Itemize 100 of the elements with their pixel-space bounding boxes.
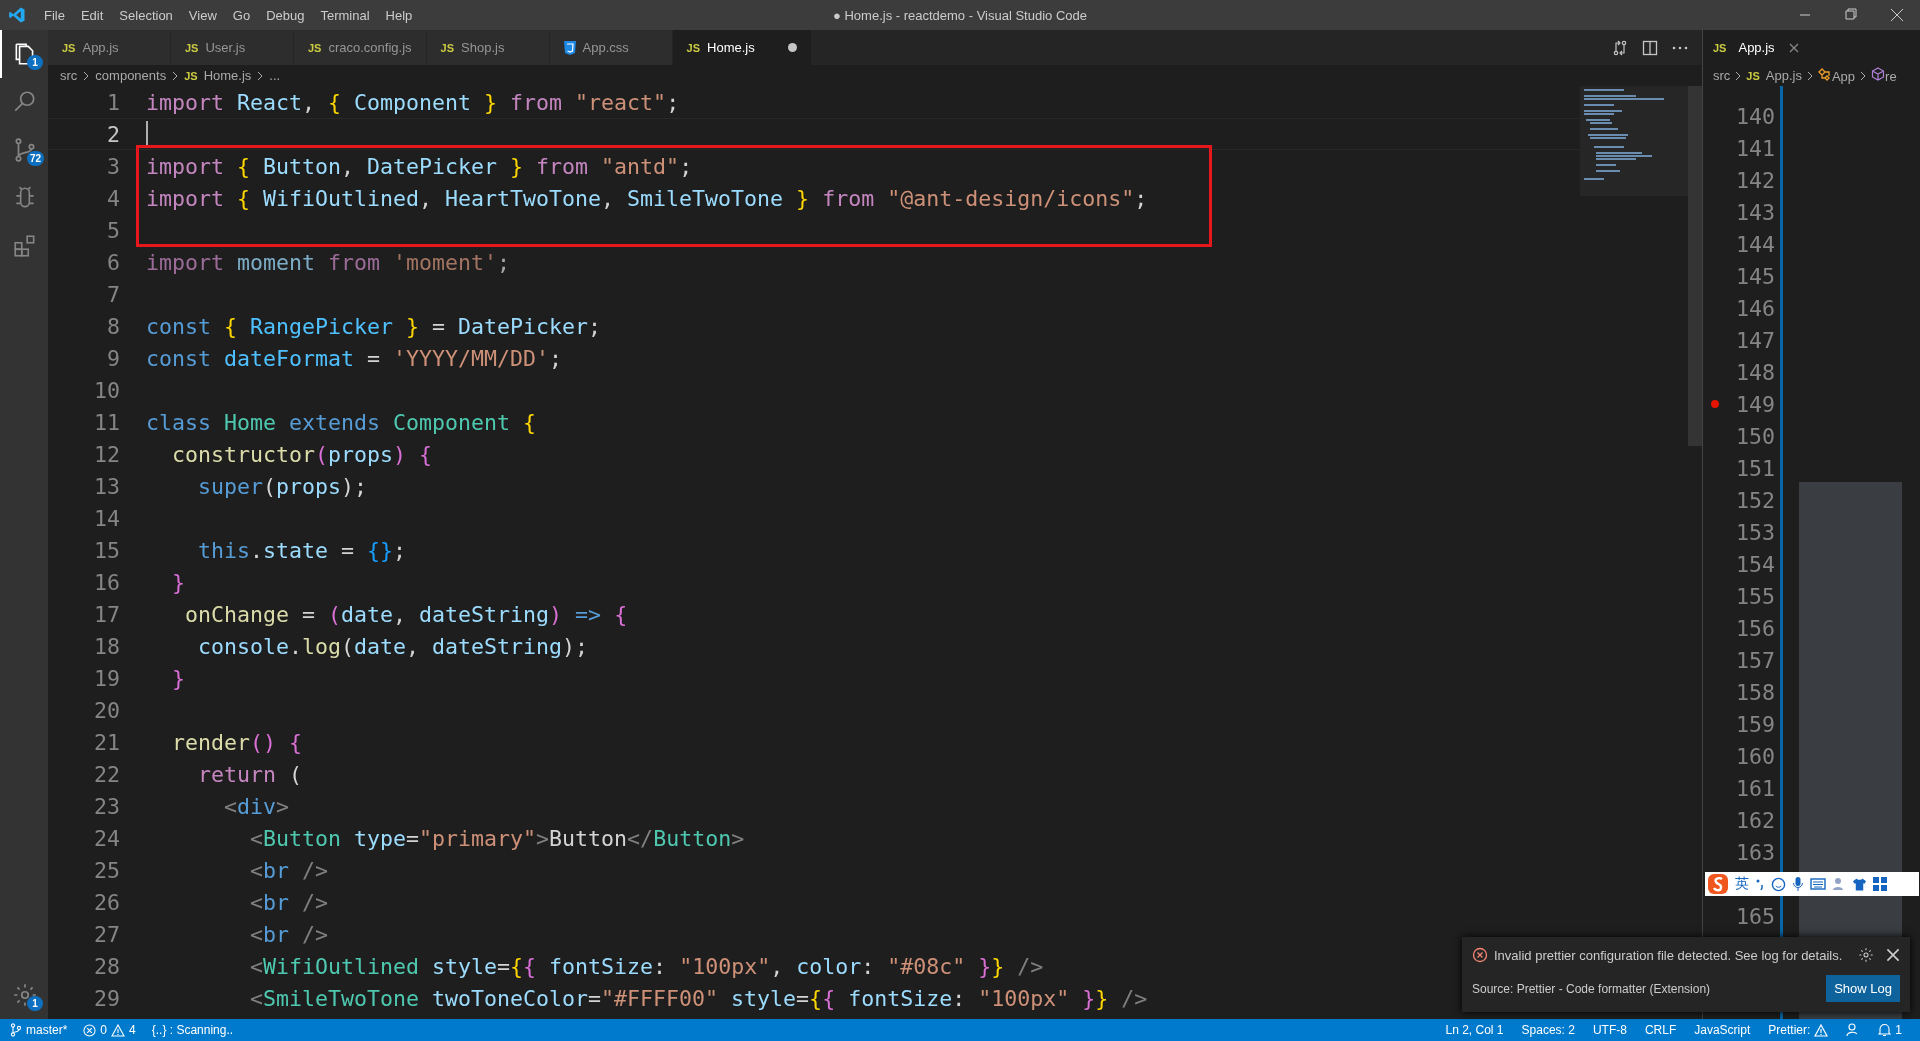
code-line: import moment from 'moment'; [146, 249, 511, 275]
code-line: <Button type="primary">Button</Button> [249, 825, 745, 851]
code-line: import { Button, DatePicker } from "antd"; [146, 153, 693, 179]
breadcrumb-item[interactable]: App [1817, 67, 1856, 84]
line-number: 16 [93, 569, 120, 595]
editor-tab[interactable]: App.css [549, 30, 673, 65]
line-number: 140 [1735, 103, 1775, 129]
breadcrumb-item[interactable]: src [60, 68, 78, 83]
warning-icon [1814, 1023, 1829, 1037]
line-number: 158 [1735, 679, 1775, 705]
menu-item[interactable]: Help [377, 7, 421, 23]
line-number: 12 [93, 441, 120, 467]
window-title: ● Home.js - reactdemo - Visual Studio Code [833, 7, 1087, 23]
class-icon [1817, 67, 1832, 81]
editor-tab[interactable]: JS craco.config.js [294, 30, 427, 65]
menu-item[interactable]: File [36, 7, 73, 23]
notification-badge: 72 [27, 151, 45, 166]
status-item[interactable]: Spaces: 2 [1521, 1023, 1575, 1037]
code-line: <br /> [249, 921, 329, 947]
compare-changes-icon[interactable] [1612, 39, 1628, 56]
line-number: 15 [93, 537, 120, 563]
code-line: this.state = {}; [197, 537, 407, 563]
menu-item[interactable]: Edit [72, 7, 112, 23]
line-number: 141 [1735, 135, 1775, 161]
status-item[interactable]: CRLF [1644, 1023, 1677, 1037]
code-line: <WifiOutlined style={{ fontSize: "100px", color: "#08c" }} /> [249, 953, 1044, 979]
editor-tab[interactable]: JS Home.js [672, 30, 812, 65]
close-icon[interactable] [1789, 42, 1799, 53]
punctuation-icon[interactable] [1755, 877, 1765, 891]
breadcrumb-item[interactable]: JS Home.js [184, 68, 252, 83]
settings-icon[interactable] [1858, 947, 1874, 963]
chevron-icon [1806, 70, 1813, 81]
breadcrumb-item[interactable]: re [1871, 67, 1897, 84]
shirt-icon[interactable] [1852, 877, 1867, 891]
line-number: 146 [1735, 295, 1775, 321]
line-number: 147 [1735, 327, 1775, 353]
line-number: 9 [106, 345, 120, 371]
status-item[interactable]: Ln 2, Col 1 [1445, 1023, 1504, 1037]
breadcrumb-item[interactable]: ... [269, 68, 281, 83]
input-mode-label[interactable]: 英 [1735, 875, 1749, 893]
error-icon [1472, 947, 1488, 963]
menu-item[interactable]: Debug [258, 7, 313, 23]
line-number: 5 [106, 217, 120, 243]
code-line: super(props); [197, 473, 368, 499]
breadcrumb-item[interactable]: components [95, 68, 167, 83]
keyboard-icon[interactable] [1810, 878, 1826, 890]
line-number: 1 [106, 89, 120, 115]
line-number: 24 [93, 825, 120, 851]
microphone-icon[interactable] [1792, 876, 1804, 892]
line-number: 165 [1735, 903, 1775, 929]
css-file-icon [563, 40, 576, 55]
line-number: 17 [93, 601, 120, 627]
code-line: const { RangePicker } = DatePicker; [146, 313, 602, 339]
line-number: 162 [1735, 807, 1775, 833]
line-number: 148 [1735, 359, 1775, 385]
line-number: 13 [93, 473, 120, 499]
breadcrumb-item[interactable]: src [1713, 68, 1731, 83]
close-icon[interactable] [1886, 948, 1900, 962]
more-actions-icon[interactable] [1672, 45, 1688, 50]
settings-icon[interactable] [12, 982, 38, 1008]
line-number: 11 [93, 409, 120, 435]
line-number: 142 [1735, 167, 1775, 193]
code-line: class Home extends Component { [146, 409, 537, 435]
notifications-item[interactable]: 1 [1878, 1023, 1902, 1037]
notification-source: Source: Prettier - Code formatter (Extension) [1472, 981, 1711, 996]
split-editor-icon[interactable] [1642, 39, 1658, 56]
line-number: 155 [1735, 583, 1775, 609]
code-line: <SmileTwoTone twoToneColor="#FFFF00" style={{ fontSize: "100px" }} /> [249, 985, 1148, 1011]
status-item[interactable]: Prettier: [1768, 1023, 1829, 1037]
status-item[interactable]: JavaScript [1694, 1023, 1751, 1037]
menu-item[interactable]: Selection [111, 7, 181, 23]
warning-icon [111, 1023, 126, 1037]
status-item[interactable]: {..} : Scanning.. [151, 1023, 234, 1037]
problems-item[interactable]: 0 4 [83, 1023, 136, 1037]
code-line: onChange = (date, dateString) => { [184, 601, 628, 627]
status-item[interactable]: UTF-8 [1592, 1023, 1627, 1037]
breakpoint-icon[interactable] [1711, 400, 1719, 408]
line-number: 159 [1735, 711, 1775, 737]
editor-tab[interactable]: JS User.js [171, 30, 294, 65]
cube-icon [1871, 67, 1886, 81]
breadcrumb-item[interactable]: JS App.js [1746, 68, 1802, 83]
vscode-logo-icon [8, 6, 26, 24]
line-number: 27 [93, 921, 120, 947]
editor-tab[interactable]: JS App.js [48, 30, 171, 65]
code-line: import React, { Component } from "react"; [146, 89, 680, 115]
code-line: } [171, 569, 185, 595]
line-number: 6 [106, 249, 120, 275]
code-line: render() { [171, 729, 303, 755]
menu-item[interactable]: View [180, 7, 225, 23]
show-log-button[interactable]: Show Log [1826, 975, 1900, 1002]
editor-tab[interactable]: JS Shop.js [426, 30, 550, 65]
scrollbar-thumb[interactable] [1688, 86, 1702, 446]
grid-icon[interactable] [1873, 877, 1887, 891]
emoji-icon[interactable] [1771, 876, 1786, 892]
code-line: <div> [223, 793, 290, 819]
line-number: 149 [1735, 391, 1775, 417]
branch-item[interactable]: master* [10, 1023, 68, 1037]
menu-item[interactable]: Terminal [312, 7, 378, 23]
line-number: 14 [93, 505, 120, 531]
menu-item[interactable]: Go [224, 7, 259, 23]
